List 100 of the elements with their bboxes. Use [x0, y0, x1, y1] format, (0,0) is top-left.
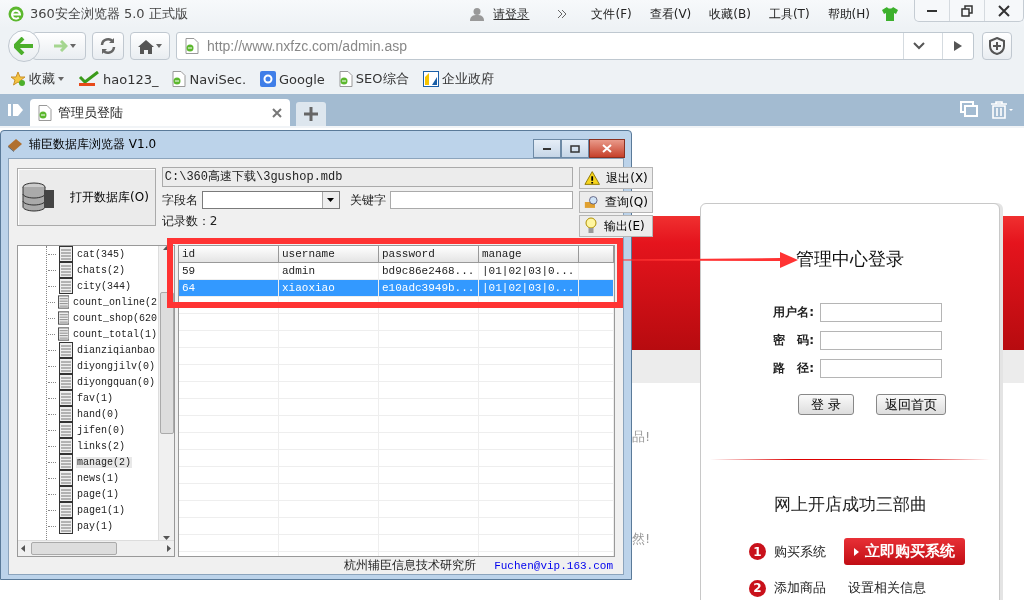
column-header[interactable]: manage: [479, 246, 579, 262]
keyword-field[interactable]: [389, 191, 573, 209]
table-icon: [59, 358, 73, 374]
menu-item[interactable]: 帮助(H): [821, 5, 876, 23]
menu-item[interactable]: 收藏(B): [703, 5, 757, 23]
tree-item[interactable]: pay(1): [76, 520, 114, 532]
email-link[interactable]: Fuchen@vip.163.com: [494, 559, 613, 572]
step-number: 1: [749, 543, 766, 560]
tree-item[interactable]: dianziqianbao: [76, 344, 156, 356]
split-square-icon: [422, 71, 439, 87]
action-button[interactable]: 输出(E): [578, 215, 653, 237]
field-label: 用户名:: [772, 304, 814, 321]
google-icon: [260, 71, 276, 87]
window-title: 360安全浏览器 5.0 正式版: [30, 5, 188, 23]
user-icon: [470, 7, 485, 21]
table-cell: xiaoxiao: [279, 280, 379, 296]
plus-icon: [304, 107, 318, 121]
table-icon: [59, 262, 73, 278]
sidebar-toggle-icon: [8, 103, 24, 117]
tree-item[interactable]: city(344): [76, 280, 132, 292]
tree-item[interactable]: count_online(2: [72, 296, 158, 308]
tree-item[interactable]: count_total(1): [72, 328, 158, 340]
tree-item[interactable]: manage(2): [76, 456, 132, 468]
tree-item[interactable]: fav(1): [76, 392, 114, 404]
table-icon: [59, 390, 73, 406]
login-link[interactable]: 请登录: [493, 5, 530, 23]
table-icon: [57, 310, 69, 326]
menu-item[interactable]: 工具(T): [762, 5, 816, 23]
tree-item[interactable]: cat(345): [76, 248, 126, 260]
chevrons-icon: [557, 9, 568, 19]
tree-item[interactable]: hand(0): [76, 408, 120, 420]
step-label: 添加商品: [774, 579, 826, 597]
browser-logo-icon: [8, 6, 24, 22]
address-bar[interactable]: http://www.nxfzc.com/admin.asp: [176, 32, 974, 60]
field-label: 字段名: [161, 191, 198, 209]
warning-icon: [583, 170, 601, 186]
column-header[interactable]: id: [179, 246, 279, 262]
tree-item[interactable]: chats(2): [76, 264, 126, 276]
tree-item[interactable]: diyongjilv(0): [76, 360, 156, 372]
play-icon: [954, 41, 962, 51]
home-page-button[interactable]: 返回首页: [876, 394, 947, 415]
tree-item[interactable]: news(1): [76, 472, 120, 484]
table-cell: bd9c86e2468...: [379, 263, 479, 279]
shield-icon: [989, 37, 1005, 55]
browser-tab[interactable]: 管理员登陆: [30, 99, 290, 126]
play-icon: [854, 547, 859, 556]
close-icon: [602, 144, 612, 153]
step-number: 2: [749, 579, 766, 597]
tree-item[interactable]: links(2): [76, 440, 126, 452]
table-cell: |01|02|03|0...: [479, 263, 579, 279]
bookmark[interactable]: 企业政府: [422, 70, 494, 88]
vertical-scrollbar[interactable]: [158, 246, 174, 540]
windows-icon: [960, 101, 978, 117]
bookmark[interactable]: hao123_: [78, 71, 159, 87]
new-tab-button[interactable]: [296, 102, 326, 126]
table-cell: e10adc3949b...: [379, 280, 479, 296]
table-icon: [59, 278, 73, 294]
table-icon: [59, 438, 73, 454]
input-field[interactable]: [820, 331, 942, 350]
input-field[interactable]: [820, 303, 942, 322]
menu-item[interactable]: 查看(V): [643, 5, 698, 23]
dialog-title: 辅臣数据库浏览器 V1.0: [29, 136, 158, 153]
tree-item[interactable]: jifen(0): [76, 424, 126, 436]
caret-icon: [156, 44, 162, 48]
table-icon: [59, 486, 73, 502]
horizontal-scrollbar[interactable]: [18, 540, 174, 556]
open-database-button[interactable]: 打开数据库(O): [17, 168, 156, 226]
minimize-button[interactable]: [533, 139, 561, 158]
shield-button[interactable]: [982, 32, 1012, 60]
tree-item[interactable]: page(1): [76, 488, 120, 500]
input-field[interactable]: [820, 359, 942, 378]
caret-icon: [58, 77, 64, 81]
action-button[interactable]: 退出(X): [578, 167, 653, 189]
column-header[interactable]: username: [279, 246, 379, 262]
page-icon: [338, 71, 353, 87]
table-icon: [59, 518, 73, 534]
record-count: 记录数：2: [161, 213, 219, 230]
login-button[interactable]: 登 录: [797, 394, 855, 415]
bookmark[interactable]: Google: [260, 71, 325, 87]
buy-button[interactable]: 立即购买系统: [844, 538, 965, 565]
home-button[interactable]: [130, 32, 170, 60]
close-button[interactable]: [589, 139, 625, 158]
bookmark[interactable]: SEO综合: [338, 70, 409, 88]
table-icon: [59, 422, 73, 438]
tree-item[interactable]: diyongquan(0): [76, 376, 156, 388]
page-icon: [172, 71, 187, 87]
field-dropdown[interactable]: [201, 191, 340, 209]
table-icon: [59, 342, 73, 358]
bookmark[interactable]: NaviSec.: [172, 71, 246, 87]
tree-item[interactable]: count_shop(620: [72, 312, 158, 324]
tree-item[interactable]: page1(1): [76, 504, 126, 516]
text-fragment: 然!: [632, 530, 651, 548]
table-icon: [57, 326, 69, 342]
maximize-button[interactable]: [561, 139, 589, 158]
menu-item[interactable]: 文件(F): [585, 5, 638, 23]
column-header[interactable]: password: [379, 246, 479, 262]
action-button[interactable]: 查询(Q): [578, 191, 653, 213]
refresh-button[interactable]: [92, 32, 124, 60]
back-button[interactable]: [8, 30, 40, 62]
bookmark[interactable]: 收藏: [10, 70, 64, 88]
